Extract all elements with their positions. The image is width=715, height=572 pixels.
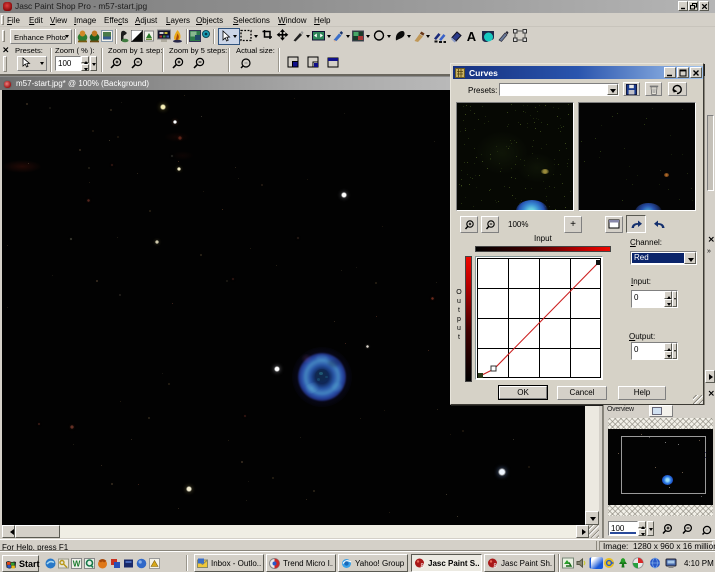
svg-text:W: W [73, 560, 81, 569]
svg-text:A: A [467, 29, 477, 43]
svg-text:8: 8 [421, 564, 425, 570]
svg-text:8: 8 [494, 564, 498, 570]
